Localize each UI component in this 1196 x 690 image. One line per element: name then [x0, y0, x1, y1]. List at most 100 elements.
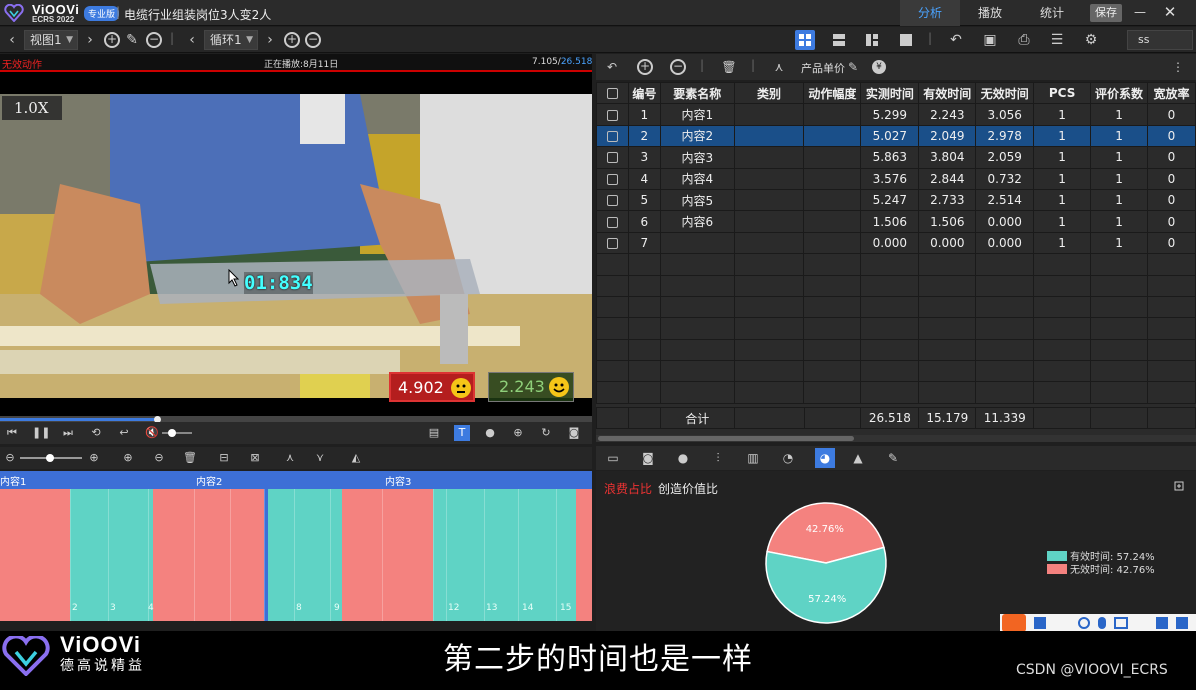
invalid-segment[interactable]: [194, 489, 264, 621]
header-category[interactable]: 类别: [733, 82, 805, 105]
zoom-knob[interactable]: [46, 454, 54, 462]
mirror-icon[interactable]: ◭: [348, 450, 364, 466]
donut-chart-icon[interactable]: ◕: [815, 448, 835, 468]
undo-icon[interactable]: ↶: [604, 59, 620, 75]
bar-chart-icon[interactable]: ▥: [745, 450, 761, 466]
row-invalid[interactable]: 0.000: [975, 231, 1035, 255]
invalid-segment[interactable]: [342, 489, 433, 621]
tab-value-ratio[interactable]: 创造价值比: [658, 480, 718, 497]
close-button[interactable]: ✕: [1160, 2, 1180, 22]
ime-mic-icon[interactable]: [1098, 617, 1106, 629]
row-no[interactable]: 1: [627, 103, 661, 126]
row-checkbox[interactable]: [606, 152, 618, 164]
minimize-button[interactable]: —: [1130, 2, 1150, 22]
row-measured[interactable]: 5.863: [860, 146, 920, 169]
row-name[interactable]: 内容5: [659, 188, 735, 212]
loop-select[interactable]: 循环1 ▼: [204, 30, 258, 50]
single-layout-icon[interactable]: [896, 30, 916, 50]
row-no[interactable]: 4: [627, 167, 661, 190]
comment-icon[interactable]: ▭: [605, 450, 621, 466]
trash-icon[interactable]: 🗑: [182, 450, 198, 466]
row-allowance[interactable]: 0: [1146, 124, 1196, 148]
row-checkbox[interactable]: [606, 109, 618, 121]
row-pcs[interactable]: 1: [1033, 231, 1092, 255]
row-allowance[interactable]: 0: [1146, 146, 1196, 169]
add-row-icon[interactable]: +: [637, 59, 653, 75]
remove-segment-icon[interactable]: ⊖: [151, 450, 167, 466]
row-measured[interactable]: 5.027: [860, 124, 920, 148]
row-measured[interactable]: 0.000: [860, 231, 920, 255]
scrollbar-thumb[interactable]: [598, 436, 854, 441]
row-pcs[interactable]: 1: [1033, 210, 1092, 233]
row-checkbox[interactable]: [606, 237, 618, 249]
chevron-right-icon[interactable]: ›: [82, 32, 98, 48]
row-valid[interactable]: 2.243: [918, 103, 977, 126]
export-icon[interactable]: [1174, 481, 1184, 491]
video-icon[interactable]: ▣: [982, 32, 998, 48]
row-category[interactable]: [733, 146, 805, 169]
row-valid[interactable]: 2.733: [918, 188, 977, 212]
row-allowance[interactable]: 0: [1146, 103, 1196, 126]
tab-statistics[interactable]: 统计: [1022, 0, 1082, 26]
microphone-icon[interactable]: ●: [482, 425, 498, 441]
table-row[interactable]: 4 内容4 3.576 2.844 0.732 1 1 0: [596, 167, 1196, 190]
invalid-segment[interactable]: [0, 489, 70, 621]
row-no[interactable]: 3: [627, 146, 661, 169]
edit-price-icon[interactable]: ✎: [845, 59, 861, 75]
row-valid[interactable]: 3.804: [918, 146, 977, 169]
row-no[interactable]: 2: [627, 124, 661, 148]
row-name[interactable]: 内容6: [659, 210, 735, 233]
save-button[interactable]: 保存: [1090, 4, 1122, 22]
row-invalid[interactable]: 0.732: [975, 167, 1035, 190]
remove-view-icon[interactable]: −: [146, 32, 162, 48]
row-allowance[interactable]: 0: [1146, 167, 1196, 190]
row-coefficient[interactable]: 1: [1090, 167, 1148, 190]
pie-chart-icon[interactable]: ◔: [780, 450, 796, 466]
table-row[interactable]: 1 内容1 5.299 2.243 3.056 1 1 0: [596, 103, 1196, 126]
previous-icon[interactable]: ⏮: [4, 425, 20, 441]
zoom-slider[interactable]: [20, 454, 82, 462]
minus-box-icon[interactable]: ⊟: [216, 450, 232, 466]
row-invalid[interactable]: 2.978: [975, 124, 1035, 148]
row-valid[interactable]: 2.844: [918, 167, 977, 190]
row-category[interactable]: [733, 188, 805, 212]
next-icon[interactable]: ⏭: [60, 425, 76, 441]
row-checkbox[interactable]: [606, 130, 618, 142]
menu-icon[interactable]: ☰: [1049, 32, 1065, 48]
mute-icon[interactable]: 🔇: [144, 425, 160, 441]
remove-loop-icon[interactable]: −: [305, 32, 321, 48]
table-row[interactable]: 6 内容6 1.506 1.506 0.000 1 1 0: [596, 210, 1196, 233]
row-coefficient[interactable]: 1: [1090, 146, 1148, 169]
row-amplitude[interactable]: [803, 103, 862, 126]
row-category[interactable]: [733, 210, 805, 233]
row-allowance[interactable]: 0: [1146, 210, 1196, 233]
row-category[interactable]: [733, 167, 805, 190]
row-category[interactable]: [733, 231, 805, 255]
row-measured[interactable]: 5.299: [860, 103, 920, 126]
row-category[interactable]: [733, 124, 805, 148]
row-pcs[interactable]: 1: [1033, 103, 1092, 126]
volume-slider[interactable]: [162, 429, 192, 437]
row-amplitude[interactable]: [803, 210, 862, 233]
more-options-icon[interactable]: ⋮: [1170, 59, 1186, 75]
table-row[interactable]: 3 内容3 5.863 3.804 2.059 1 1 0: [596, 146, 1196, 169]
sliders-icon[interactable]: ⫶: [710, 450, 726, 466]
row-valid[interactable]: 2.049: [918, 124, 977, 148]
row-allowance[interactable]: 0: [1146, 231, 1196, 255]
timeline[interactable]: 内容1 内容2 内容3 2 3 4 8 9 12 13 14 15: [0, 471, 592, 621]
ime-keyboard-icon[interactable]: [1114, 617, 1128, 629]
table-row[interactable]: 7 0.000 0.000 0.000 1 1 0: [596, 231, 1196, 255]
header-pcs[interactable]: PCS: [1033, 82, 1092, 105]
row-coefficient[interactable]: 1: [1090, 231, 1148, 255]
tab-analysis[interactable]: 分析: [900, 0, 960, 26]
invalid-segment[interactable]: [153, 489, 194, 621]
row-name[interactable]: 内容1: [659, 103, 735, 126]
select-all-checkbox[interactable]: [606, 88, 618, 100]
row-checkbox-cell[interactable]: [596, 124, 629, 148]
row-name[interactable]: 内容3: [659, 146, 735, 169]
row-checkbox-cell[interactable]: [596, 188, 629, 212]
split-icon[interactable]: ⋎: [312, 450, 328, 466]
row-pcs[interactable]: 1: [1033, 124, 1092, 148]
row-no[interactable]: 5: [627, 188, 661, 212]
ime-logo-icon[interactable]: [1002, 614, 1026, 632]
